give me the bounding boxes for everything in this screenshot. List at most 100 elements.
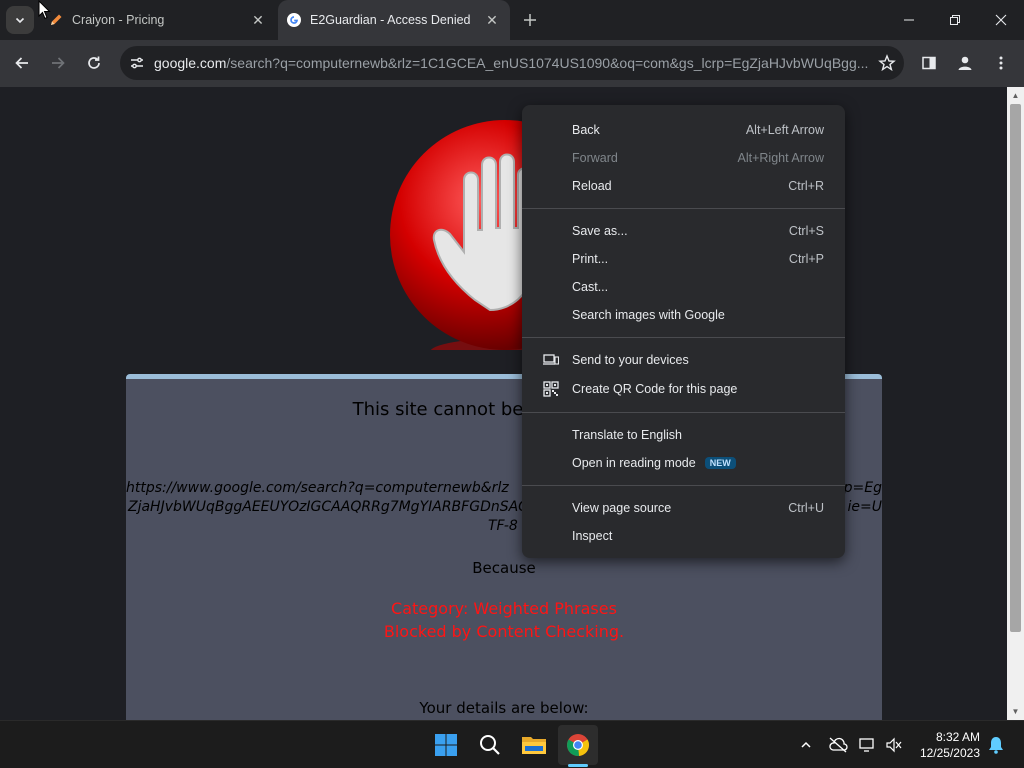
menu-separator: [522, 412, 845, 413]
close-icon: [995, 14, 1007, 26]
menu-item-label: View page source: [572, 501, 672, 515]
taskbar: 8:32 AM 12/25/2023: [0, 720, 1024, 768]
menu-item-label-wrap: Open in reading mode NEW: [572, 456, 736, 470]
close-icon[interactable]: ✕: [246, 8, 270, 32]
chrome-taskbar-button[interactable]: [558, 725, 598, 765]
site-info-icon[interactable]: [120, 46, 154, 80]
arrow-left-icon: [15, 57, 28, 69]
menu-item-label: Open in reading mode: [572, 456, 696, 470]
devices-icon: [542, 351, 560, 369]
menu-item-back[interactable]: Back Alt+Left Arrow: [522, 116, 845, 144]
menu-separator: [522, 485, 845, 486]
bookmark-star-icon[interactable]: [870, 46, 904, 80]
blocked-url-line: TF-8: [488, 518, 518, 534]
mouse-cursor-icon: [38, 0, 51, 20]
menu-item-label: Cast...: [572, 280, 609, 294]
menu-item-inspect[interactable]: Inspect: [522, 522, 845, 550]
menu-item-label: Reload: [572, 179, 612, 193]
tab-craiyon[interactable]: Craiyon - Pricing ✕: [40, 0, 276, 40]
plus-icon: [524, 14, 536, 26]
menu-separator: [522, 208, 845, 209]
cloud-offline-icon: [829, 737, 848, 753]
menu-item-translate[interactable]: Translate to English: [522, 421, 845, 449]
start-button[interactable]: [426, 725, 466, 765]
minimize-icon: [904, 19, 914, 21]
tab-search-button[interactable]: [6, 6, 34, 34]
menu-item-label: Search images with Google: [572, 308, 725, 322]
menu-item-label: Print...: [572, 252, 609, 266]
bell-icon: [989, 737, 1003, 754]
back-button[interactable]: [7, 48, 37, 78]
reason-detail: Blocked by Content Checking.: [383, 622, 625, 641]
folder-icon: [522, 737, 546, 754]
side-panel-icon: [922, 56, 936, 70]
tab-title: Craiyon - Pricing: [72, 13, 165, 27]
google-g-icon: [286, 12, 302, 28]
url-path: /search?q=computernewb&rlz=1C1GCEA_enUS1…: [226, 55, 869, 71]
menu-item-cast[interactable]: Cast...: [522, 273, 845, 301]
address-bar[interactable]: google.com/search?q=computernewb&rlz=1C1…: [120, 46, 904, 80]
menu-item-reading-mode[interactable]: Open in reading mode NEW: [522, 449, 845, 477]
notifications-button[interactable]: [986, 735, 1006, 755]
menu-item-search-images[interactable]: Search images with Google: [522, 301, 845, 329]
scroll-up-arrow-icon[interactable]: ▲: [1007, 87, 1024, 104]
onedrive-tray[interactable]: [828, 735, 848, 755]
show-hidden-icons-button[interactable]: [796, 735, 816, 755]
close-window-button[interactable]: [978, 0, 1024, 40]
side-panel-button[interactable]: [914, 48, 944, 78]
menu-item-label: Create QR Code for this page: [572, 382, 738, 396]
search-button[interactable]: [470, 725, 510, 765]
because-label: Because: [472, 559, 536, 577]
menu-item-label: Save as...: [572, 224, 628, 238]
clock[interactable]: 8:32 AM 12/25/2023: [908, 729, 980, 761]
details-label: Your details are below:: [419, 699, 589, 717]
forward-button[interactable]: [43, 48, 73, 78]
page-viewport: This site cannot be viewed at this https…: [0, 87, 1007, 720]
profile-icon: [958, 56, 972, 70]
blocked-url-tail: p=Eg: [843, 480, 882, 496]
context-menu: Back Alt+Left Arrow Forward Alt+Right Ar…: [522, 105, 845, 558]
search-icon: [480, 735, 500, 755]
menu-item-label: Send to your devices: [572, 353, 689, 367]
url-host: google.com: [154, 55, 227, 71]
menu-item-qr-code[interactable]: Create QR Code for this page: [522, 375, 845, 403]
menu-item-send-to-devices[interactable]: Send to your devices: [522, 346, 845, 374]
new-tab-button[interactable]: [518, 8, 542, 32]
browser-toolbar: google.com/search?q=computernewb&rlz=1C1…: [0, 40, 1024, 87]
reload-button[interactable]: [79, 48, 109, 78]
menu-item-reload[interactable]: Reload Ctrl+R: [522, 172, 845, 200]
scroll-down-arrow-icon[interactable]: ▼: [1007, 703, 1024, 720]
menu-item-view-source[interactable]: View page source Ctrl+U: [522, 494, 845, 522]
menu-item-label: Translate to English: [572, 428, 683, 442]
more-vert-icon: [999, 56, 1003, 70]
menu-item-save-as[interactable]: Save as... Ctrl+S: [522, 217, 845, 245]
menu-item-forward[interactable]: Forward Alt+Right Arrow: [522, 144, 845, 172]
active-app-indicator: [568, 764, 588, 767]
reason-category: Category: Weighted Phrases: [391, 599, 617, 618]
chrome-icon: [566, 734, 590, 757]
scrollbar-thumb[interactable]: [1010, 104, 1021, 632]
block-reason: Category: Weighted Phrases Blocked by Co…: [126, 597, 882, 643]
minimize-button[interactable]: [886, 0, 932, 40]
qr-code-icon: [542, 380, 560, 398]
new-badge: NEW: [704, 457, 736, 469]
menu-item-label: Inspect: [572, 529, 613, 543]
tab-strip: Craiyon - Pricing ✕ E2Guardian - Access …: [0, 0, 1024, 40]
profile-button[interactable]: [950, 48, 980, 78]
menu-button[interactable]: [986, 48, 1016, 78]
arrow-right-icon: [52, 57, 65, 69]
tab-e2guardian[interactable]: E2Guardian - Access Denied ✕: [278, 0, 510, 40]
windows-logo-icon: [435, 734, 457, 756]
menu-item-shortcut: Alt+Left Arrow: [745, 123, 824, 137]
close-icon[interactable]: ✕: [480, 8, 504, 32]
chevron-down-icon: [15, 17, 25, 24]
menu-item-shortcut: Ctrl+P: [788, 252, 824, 266]
file-explorer-button[interactable]: [514, 725, 554, 765]
page-scrollbar[interactable]: ▲ ▼: [1007, 87, 1024, 720]
clock-time: 8:32 AM: [935, 730, 980, 744]
network-tray[interactable]: [858, 735, 878, 755]
network-icon: [859, 738, 874, 752]
restore-button[interactable]: [932, 0, 978, 40]
menu-item-print[interactable]: Print... Ctrl+P: [522, 245, 845, 273]
volume-tray[interactable]: [884, 735, 904, 755]
